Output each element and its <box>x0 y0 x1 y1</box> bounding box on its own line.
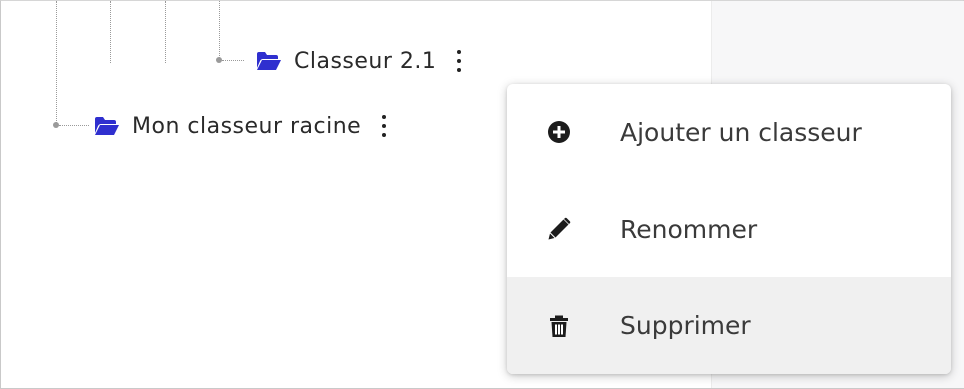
plus-circle-icon <box>548 121 570 143</box>
tree-connector-line <box>222 60 244 61</box>
folder-open-icon <box>95 117 119 135</box>
tree-guide-line <box>110 1 111 63</box>
tree-node-label[interactable]: Mon classeur racine <box>132 114 361 139</box>
menu-item-label: Supprimer <box>620 311 751 340</box>
folder-open-icon <box>257 52 281 70</box>
tree-node-classeur-2-1[interactable]: Classeur 2.1 <box>256 46 464 76</box>
pencil-icon <box>548 217 571 240</box>
more-options-icon[interactable] <box>454 50 464 72</box>
tree-node-mon-classeur-racine[interactable]: Mon classeur racine <box>94 111 389 141</box>
menu-item-rename[interactable]: Renommer <box>507 181 951 277</box>
trash-icon <box>550 315 568 337</box>
more-options-icon[interactable] <box>379 115 389 137</box>
tree-connector-line <box>59 125 89 126</box>
tree-node-label[interactable]: Classeur 2.1 <box>294 49 436 74</box>
menu-item-add-folder[interactable]: Ajouter un classeur <box>507 84 951 180</box>
tree-guide-line <box>56 1 57 125</box>
menu-item-label: Renommer <box>620 214 758 244</box>
tree-guide-line <box>219 1 220 60</box>
menu-item-delete[interactable]: Supprimer <box>507 277 951 374</box>
tree-guide-line <box>165 1 166 63</box>
menu-item-label: Ajouter un classeur <box>620 117 862 147</box>
context-menu: Ajouter un classeur Renommer Supprimer <box>507 84 951 374</box>
